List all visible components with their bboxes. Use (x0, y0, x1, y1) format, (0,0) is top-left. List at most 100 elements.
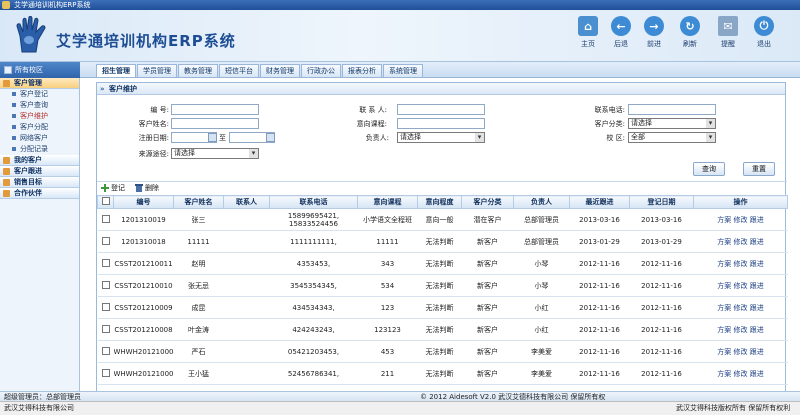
source-select[interactable]: 请选择 (171, 148, 259, 159)
tab-office[interactable]: 行政办公 (301, 64, 341, 77)
delete-button[interactable]: 删除 (135, 183, 159, 193)
row-checkbox[interactable] (101, 258, 110, 267)
row-select-cell[interactable] (97, 318, 114, 341)
row-select-cell[interactable] (97, 208, 114, 231)
table-cell: 2012-11-16 (629, 296, 694, 319)
row-checkbox[interactable] (101, 324, 110, 333)
panel-title: 客户维护 (109, 85, 137, 93)
campus-select[interactable]: 全部 (628, 132, 716, 143)
tab-enrollment[interactable]: 招生管理 (96, 64, 136, 77)
tab-students[interactable]: 学员管理 (137, 64, 177, 77)
column-header[interactable]: 负责人 (513, 195, 570, 209)
course-input[interactable] (397, 118, 485, 129)
phone-input[interactable] (628, 104, 716, 115)
row-select-cell[interactable] (97, 252, 114, 275)
reminder-button[interactable]: ✉ 提醒 (713, 16, 743, 49)
owner-select[interactable]: 请选择 (397, 132, 485, 143)
course-label: 意向课程: (356, 120, 387, 128)
table-cell: 2012-11-16 (629, 274, 694, 297)
reset-button[interactable]: 重置 (743, 162, 775, 176)
row-actions[interactable]: 方案 修改 跟进 (693, 208, 788, 231)
hand-logo-icon (16, 16, 46, 53)
row-checkbox[interactable] (101, 236, 110, 245)
forward-button[interactable]: → 前进 (639, 16, 669, 49)
table-body: 1201310019 张三 15899695421, 15833524456 小学语文… (97, 208, 788, 407)
row-select-cell[interactable] (97, 274, 114, 297)
campus-selector[interactable]: 所有校区 (0, 62, 80, 78)
row-actions[interactable]: 方案 修改 跟进 (693, 340, 788, 363)
tab-reports[interactable]: 报表分析 (342, 64, 382, 77)
sidebar-item-query[interactable]: 客户查询 (0, 100, 79, 111)
exit-button[interactable]: ⏻ 退出 (749, 16, 779, 49)
row-select-cell[interactable] (97, 362, 114, 385)
sidebar-item-online[interactable]: 网络客户 (0, 133, 79, 144)
home-button[interactable]: ⌂ 主页 (573, 16, 603, 49)
row-checkbox[interactable] (101, 214, 110, 223)
calendar-icon[interactable] (208, 133, 217, 142)
table-row[interactable]: 1201310019 张三 15899695421, 15833524456 小学语文… (97, 208, 788, 231)
sidebar-group-followup[interactable]: 客户跟进 (0, 166, 79, 177)
row-actions[interactable]: 方案 修改 跟进 (693, 318, 788, 341)
column-header[interactable]: 编号 (113, 195, 174, 209)
category-select[interactable]: 请选择 (628, 118, 716, 129)
back-button[interactable]: ← 后退 (606, 16, 636, 49)
row-actions[interactable]: 方案 修改 跟进 (693, 296, 788, 319)
table-cell: 2013-03-16 (629, 208, 694, 231)
code-input[interactable] (171, 104, 259, 115)
add-button[interactable]: 登记 (101, 183, 125, 193)
row-checkbox[interactable] (101, 346, 110, 355)
sidebar-item-assign[interactable]: 客户分配 (0, 122, 79, 133)
tab-system[interactable]: 系统管理 (383, 64, 423, 77)
table-row[interactable]: CSST201210009 成昆 434534343, 123 无法判断 新客户 小红 201… (97, 296, 788, 319)
column-header[interactable]: 登记日期 (629, 195, 694, 209)
name-input[interactable] (171, 118, 259, 129)
sidebar-group-sales-target[interactable]: 销售目标 (0, 177, 79, 188)
home-icon: ⌂ (578, 16, 598, 36)
table-cell (223, 296, 270, 319)
tab-academic[interactable]: 教务管理 (178, 64, 218, 77)
sidebar-group-label: 客户跟进 (14, 167, 42, 175)
column-header[interactable]: 联系人 (223, 195, 270, 209)
column-header[interactable]: 意向课程 (357, 195, 418, 209)
row-checkbox[interactable] (101, 368, 110, 377)
tab-finance[interactable]: 财务管理 (260, 64, 300, 77)
sidebar-group-partners[interactable]: 合作伙伴 (0, 188, 79, 199)
table-row[interactable]: WHWH201210004 严石 05421203453, 453 无法判断 新客户 李美爱… (97, 340, 788, 363)
table-cell: WHWH201210003 (113, 362, 174, 385)
sidebar-item-register[interactable]: 客户登记 (0, 89, 79, 100)
column-header[interactable]: 最近跟进 (569, 195, 630, 209)
calendar-icon[interactable] (266, 133, 275, 142)
column-header[interactable]: 联系电话 (269, 195, 358, 209)
refresh-button[interactable]: ↻ 刷新 (675, 16, 705, 49)
tabs: 招生管理 学员管理 教务管理 短信平台 财务管理 行政办公 报表分析 系统管理 (96, 64, 424, 77)
row-actions[interactable]: 方案 修改 跟进 (693, 252, 788, 275)
query-button[interactable]: 查询 (693, 162, 725, 176)
sidebar-group-customer-mgmt[interactable]: 客户管理 (0, 78, 79, 89)
table-row[interactable]: CSST201210011 赵明 4353453, 343 无法判断 新客户 小琴 2012-… (97, 252, 788, 275)
sidebar-item-maintain[interactable]: 客户维护 (0, 111, 79, 122)
column-header[interactable]: 客户分类 (461, 195, 514, 209)
contact-input[interactable] (397, 104, 485, 115)
table-row[interactable]: CSST201210010 张无忌 3545354345, 534 无法判断 新客户 小琴 2… (97, 274, 788, 297)
sidebar-group-my-customers[interactable]: 我的客户 (0, 155, 79, 166)
row-actions[interactable]: 方案 修改 跟进 (693, 362, 788, 385)
table-row[interactable]: WHWH201210003 王小猛 52456786341, 211 无法判断 新客户 李美… (97, 362, 788, 385)
table-cell: WHWH201210004 (113, 340, 174, 363)
row-select-cell[interactable] (97, 340, 114, 363)
row-select-cell[interactable] (97, 230, 114, 253)
table-cell: 张三 (173, 208, 224, 231)
table-row[interactable]: 1201310018 11111 1111111111, 11111 无法判断 新客户 总部… (97, 230, 788, 253)
table-row[interactable]: CSST201210008 叶金涛 424243243, 123123 无法判断 新客户小… (97, 318, 788, 341)
row-checkbox[interactable] (101, 302, 110, 311)
column-header[interactable]: 客户姓名 (173, 195, 224, 209)
column-header[interactable]: 意向程度 (417, 195, 462, 209)
customer-table: 编号 客户姓名 联系人 联系电话 意向课程 意向程度 客户分类 负责人 最近跟进… (97, 195, 788, 407)
row-select-cell[interactable] (97, 296, 114, 319)
row-actions[interactable]: 方案 修改 跟进 (693, 230, 788, 253)
row-checkbox[interactable] (101, 280, 110, 289)
tab-sms[interactable]: 短信平台 (219, 64, 259, 77)
select-all-header[interactable] (97, 195, 114, 209)
sidebar-item-assign-log[interactable]: 分配记录 (0, 144, 79, 155)
select-all-checkbox[interactable] (101, 197, 110, 205)
row-actions[interactable]: 方案 修改 跟进 (693, 274, 788, 297)
